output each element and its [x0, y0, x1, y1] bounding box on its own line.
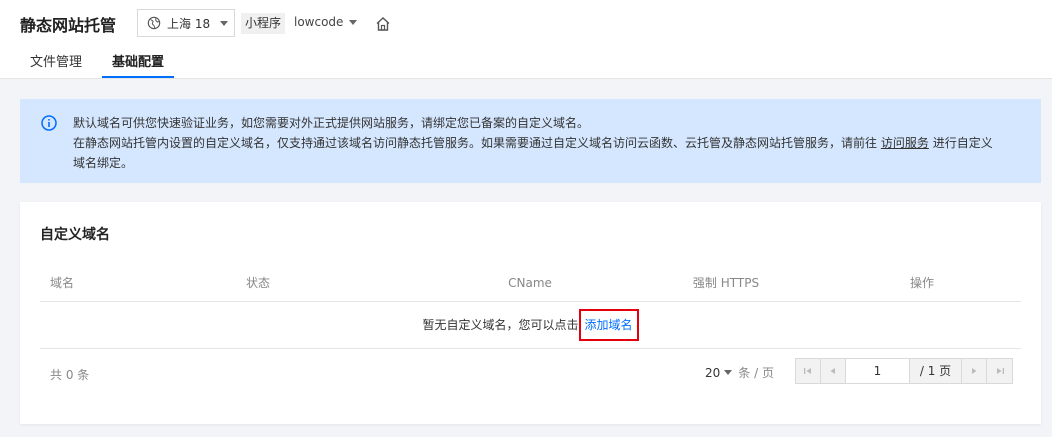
- tab-bar: 文件管理 基础配置: [20, 48, 184, 78]
- add-domain-link[interactable]: 添加域名: [578, 309, 639, 341]
- card-title: 自定义域名: [40, 227, 110, 243]
- chevron-down-icon: [349, 19, 358, 25]
- page-size-unit: 条 / 页: [738, 366, 774, 380]
- column-header-domain: 域名: [50, 276, 75, 290]
- chevron-down-icon: [220, 20, 229, 26]
- last-page-icon: [996, 368, 1004, 374]
- notice-line-3: 域名绑定。: [73, 156, 134, 170]
- custom-domain-card: 自定义域名 域名 状态 CName 强制 HTTPS 操作 暂无自定义域名，您可…: [20, 202, 1041, 424]
- pagination: 1 / 1 页: [795, 358, 1013, 384]
- access-service-link[interactable]: 访问服务: [881, 136, 929, 150]
- page-number-input[interactable]: 1: [846, 359, 910, 383]
- tab-basic-config[interactable]: 基础配置: [102, 48, 175, 78]
- env-name: lowcode: [294, 15, 344, 29]
- chevron-down-icon: [724, 370, 733, 375]
- region-selector[interactable]: 上海 18: [137, 9, 235, 37]
- page-title: 静态网站托管: [20, 16, 117, 35]
- env-selector[interactable]: lowcode: [294, 15, 358, 29]
- info-icon: [41, 115, 57, 131]
- empty-state-text: 暂无自定义域名，您可以点击: [422, 318, 579, 332]
- column-header-cname: CName: [508, 276, 552, 290]
- total-count: 共 0 条: [50, 368, 90, 382]
- table-header: 域名 状态 CName 强制 HTTPS 操作: [40, 264, 1021, 302]
- total-pages: / 1 页: [910, 359, 962, 383]
- last-page-button[interactable]: [987, 359, 1012, 383]
- empty-state-row: 暂无自定义域名，您可以点击 添加域名: [40, 302, 1021, 349]
- first-page-icon: [804, 368, 811, 374]
- page-size-value: 20: [705, 365, 721, 380]
- region-label: 上海 18: [167, 16, 211, 31]
- page-size-selector[interactable]: 20 条 / 页: [705, 364, 774, 381]
- env-type-tag: 小程序: [241, 13, 286, 34]
- notice-line-2: 在静态网站托管内设置的自定义域名，仅支持通过该域名访问静态托管服务。如果需要通过…: [73, 133, 1041, 153]
- next-page-icon: [972, 368, 977, 374]
- column-header-force-https: 强制 HTTPS: [692, 276, 760, 290]
- notice-text: 在静态网站托管内设置的自定义域名，仅支持通过该域名访问静态托管服务。如果需要通过…: [73, 136, 878, 150]
- globe-icon: [147, 16, 161, 30]
- info-notice: 默认域名可供您快速验证业务，如您需要对外正式提供网站服务，请绑定您已备案的自定义…: [20, 99, 1041, 183]
- first-page-button[interactable]: [796, 359, 821, 383]
- notice-text: 进行自定义: [932, 136, 993, 150]
- prev-page-icon: [830, 368, 835, 374]
- column-header-status: 状态: [246, 276, 271, 290]
- column-header-action: 操作: [909, 276, 934, 290]
- top-header: 静态网站托管 上海 18 小程序 lowcode 文件管理 基础配置: [0, 0, 1052, 79]
- prev-page-button[interactable]: [821, 359, 846, 383]
- next-page-button[interactable]: [962, 359, 987, 383]
- notice-line-1: 默认域名可供您快速验证业务，如您需要对外正式提供网站服务，请绑定您已备案的自定义…: [73, 116, 590, 130]
- home-icon[interactable]: [375, 16, 391, 32]
- tab-file-management[interactable]: 文件管理: [20, 48, 92, 78]
